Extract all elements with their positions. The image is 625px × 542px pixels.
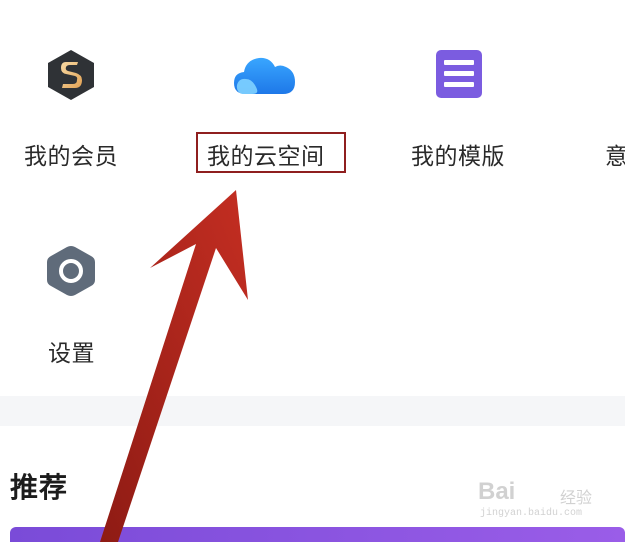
watermark-brand: Bai	[478, 478, 516, 505]
watermark-sub: 经验	[560, 488, 593, 507]
menu-item-label: 我的会员	[24, 144, 118, 170]
menu-item-label: 意	[605, 144, 625, 170]
menu-item-label: 设置	[48, 341, 95, 367]
menu-item-label: 我的模版	[411, 144, 505, 170]
watermark-url: jingyan.baidu.com	[480, 508, 583, 519]
document-template-icon	[436, 50, 482, 102]
section-divider	[0, 396, 625, 426]
recommend-section-title: 推荐	[10, 471, 69, 504]
recommend-banner[interactable]	[10, 527, 625, 542]
cloud-icon	[232, 52, 298, 100]
highlight-box	[196, 132, 346, 173]
settings-hexagon-icon	[45, 244, 97, 302]
baidu-jingyan-watermark: Bai 经验 jingyan.baidu.com	[478, 476, 618, 522]
vip-s-badge-icon	[44, 48, 98, 106]
